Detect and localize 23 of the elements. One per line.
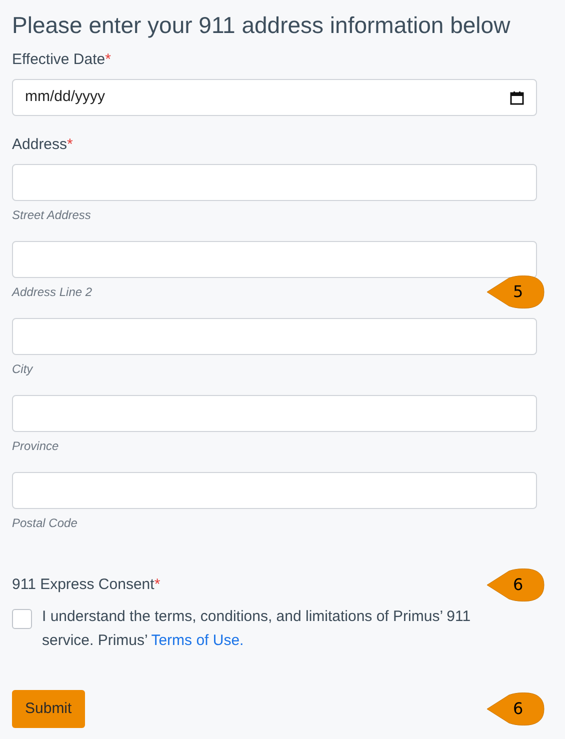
field-hint: City: [12, 361, 33, 377]
callout-badge: 6: [487, 692, 545, 726]
field-hint: Street Address: [12, 207, 91, 223]
input-field[interactable]: [12, 395, 537, 432]
callout-badge: 5: [487, 275, 545, 309]
calendar-icon[interactable]: [510, 90, 524, 104]
callout-badge: 6: [487, 568, 545, 602]
submit-button[interactable]: Submit: [12, 690, 85, 728]
form-heading: Please enter your 911 address information below: [12, 11, 512, 40]
input-field[interactable]: [12, 241, 537, 278]
terms-link[interactable]: Terms of Use.: [151, 632, 244, 649]
input-field[interactable]: [12, 164, 537, 201]
field-hint: Province: [12, 438, 59, 454]
field-label: 911 Express Consent*: [12, 575, 160, 595]
date-field[interactable]: mm/dd/yyyy: [12, 79, 537, 116]
input-field[interactable]: [12, 318, 537, 355]
checkbox[interactable]: [12, 609, 32, 629]
field-hint: Postal Code: [12, 515, 78, 531]
field-label: Address*: [12, 135, 74, 155]
field-label: Effective Date*: [12, 50, 112, 70]
consent-text: I understand the terms, conditions, and limitations of Primus’ 911 service. Primus’ Terms of Use.: [42, 607, 472, 651]
input-field[interactable]: [12, 472, 537, 509]
field-hint: Address Line 2: [12, 284, 92, 300]
